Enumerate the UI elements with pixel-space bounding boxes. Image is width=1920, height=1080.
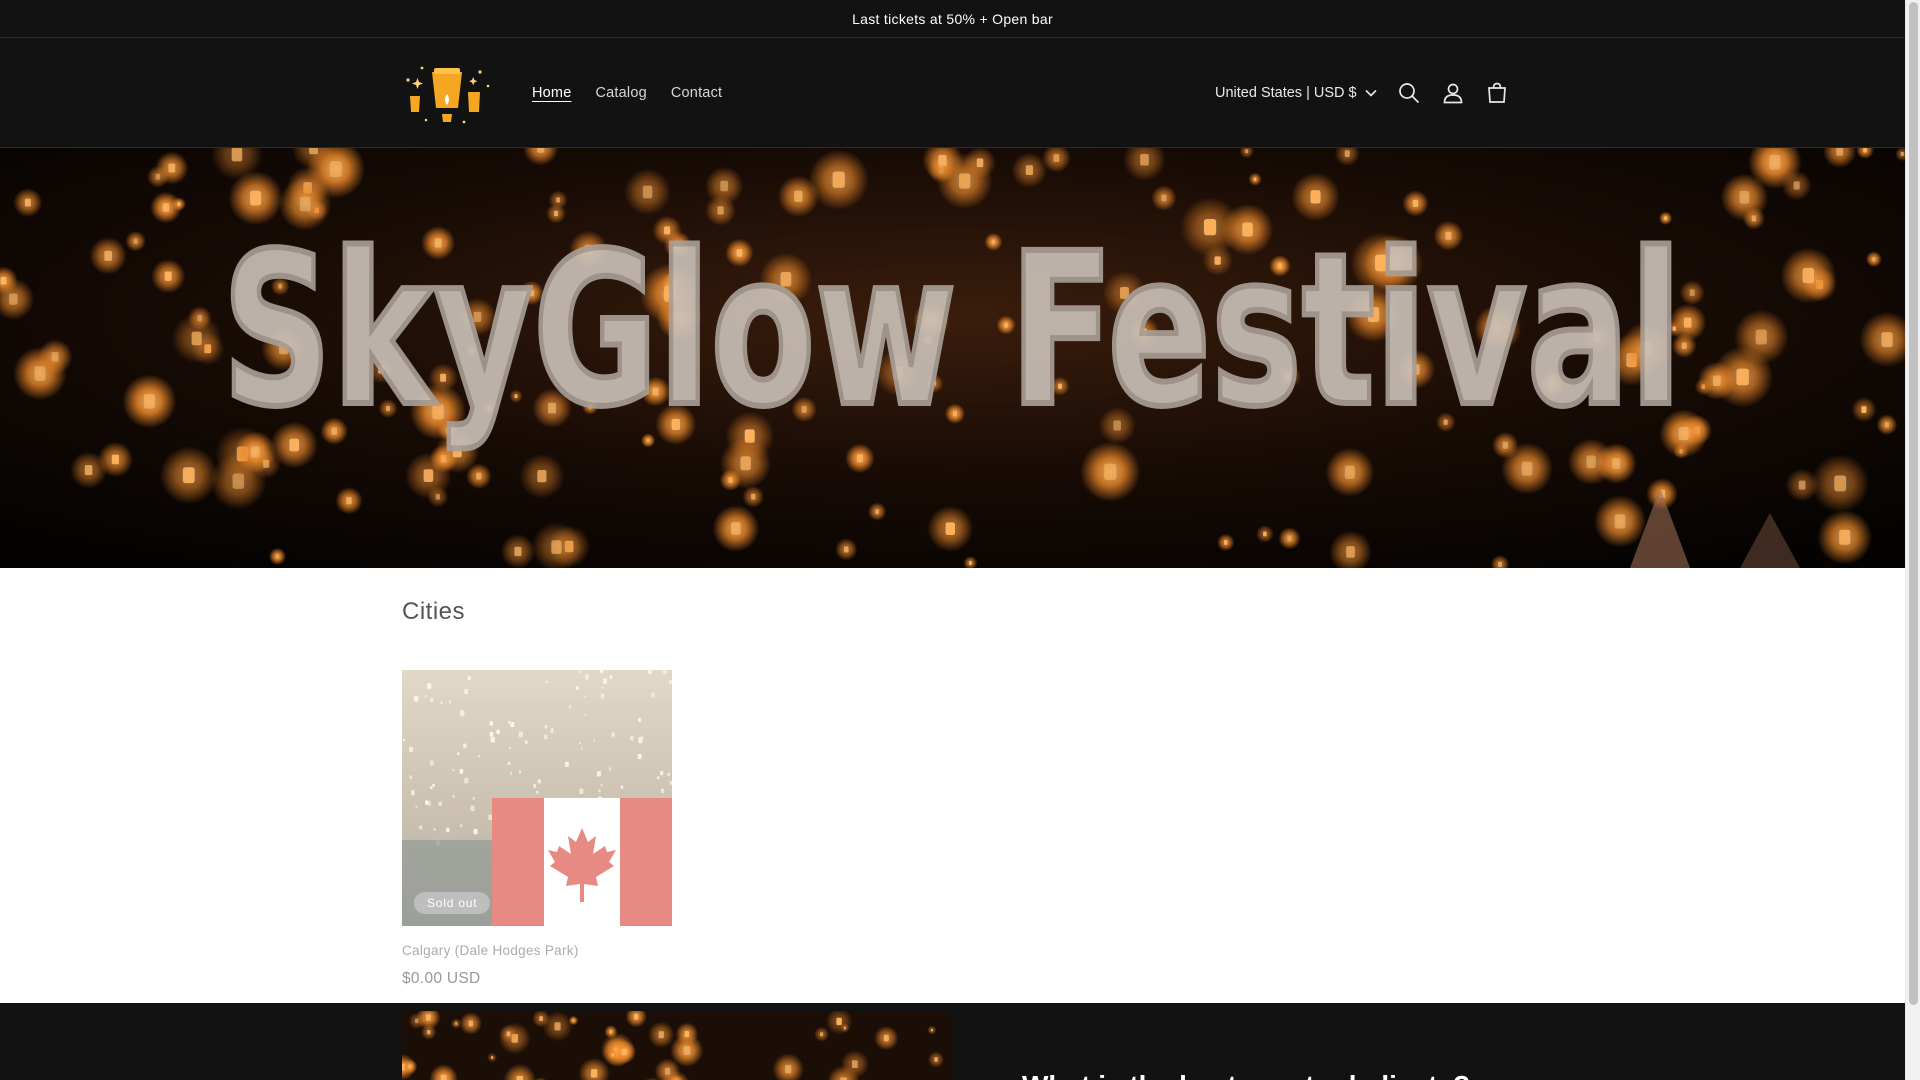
hero-banner: SkyGlow Festival (0, 148, 1905, 568)
cities-collection: Cities Sold out Calgary (Dale Hodges Par… (0, 568, 1905, 1003)
currency-label: United States | USD $ (1215, 85, 1357, 101)
page-scrollbar[interactable] (1905, 0, 1920, 1080)
section-heading: What is the best way to dedicate? (1022, 1070, 1470, 1080)
section-image (402, 1011, 952, 1080)
cart-button[interactable] (1475, 71, 1519, 115)
main-nav: Home Catalog Contact (520, 38, 734, 148)
sold-out-badge: Sold out (414, 892, 491, 914)
storefront-page: Last tickets at 50% + Open bar Home Cata… (0, 0, 1905, 1080)
lantern-night-image (402, 1011, 952, 1080)
search-button[interactable] (1387, 71, 1431, 115)
announcement-bar: Last tickets at 50% + Open bar (0, 0, 1905, 38)
sky-lantern-logo-icon (406, 66, 490, 124)
image-with-text-section: What is the best way to dedicate? (0, 1003, 1905, 1080)
store-logo[interactable] (402, 56, 492, 128)
account-icon (1443, 83, 1462, 104)
product-card[interactable]: Sold out Calgary (Dale Hodges Park) $0.0… (402, 670, 672, 988)
calgary-lanterns-flag-image (402, 670, 672, 926)
product-title[interactable]: Calgary (Dale Hodges Park) (402, 943, 672, 958)
product-price: $0.00 USD (402, 970, 481, 987)
cart-icon (1487, 82, 1506, 103)
search-icon (1398, 83, 1419, 104)
hero-title: SkyGlow Festival (222, 208, 1682, 453)
scrollbar-thumb[interactable] (1909, 2, 1918, 1005)
country-currency-selector[interactable]: United States | USD $ (1203, 85, 1387, 101)
nav-link-catalog[interactable]: Catalog (583, 85, 658, 101)
chevron-down-icon (1365, 89, 1377, 97)
announcement-text: Last tickets at 50% + Open bar (852, 10, 1053, 27)
hero-lantern-sky-image: SkyGlow Festival (0, 148, 1905, 568)
section-heading: Cities (402, 598, 466, 625)
site-header: Home Catalog Contact United States | USD… (0, 38, 1905, 148)
product-image: Sold out (402, 670, 672, 926)
account-button[interactable] (1431, 71, 1475, 115)
nav-link-contact[interactable]: Contact (659, 85, 734, 101)
nav-link-home[interactable]: Home (520, 85, 583, 101)
header-actions: United States | USD $ (1203, 38, 1519, 148)
